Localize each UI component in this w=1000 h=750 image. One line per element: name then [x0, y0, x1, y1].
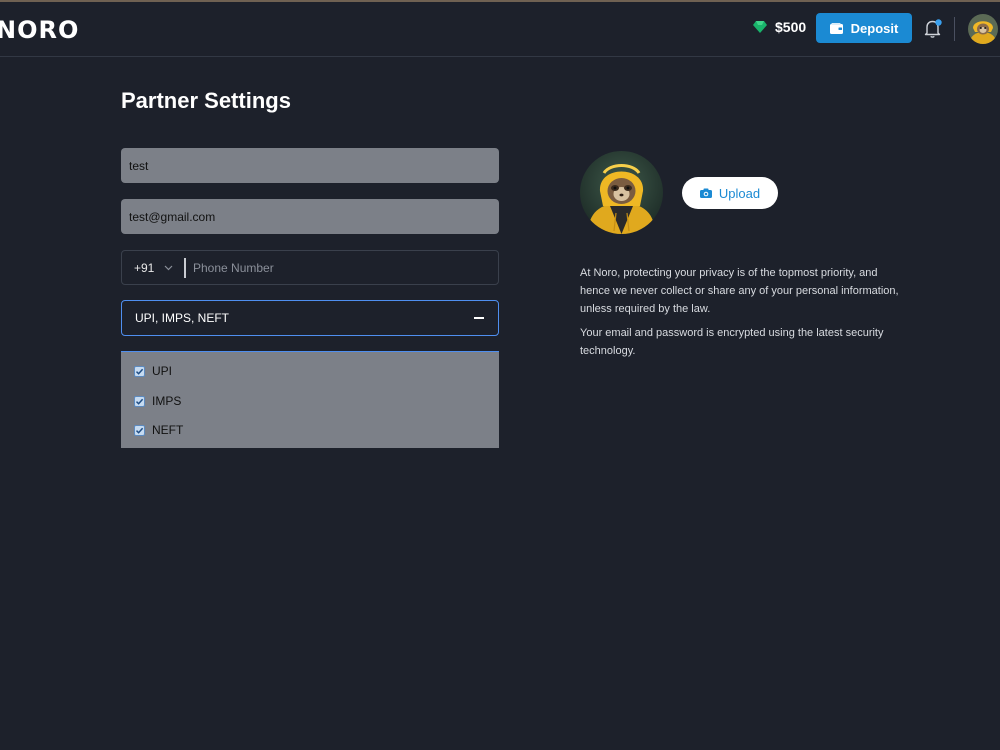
- payment-methods-select[interactable]: UPI, IMPS, NEFT: [121, 300, 499, 336]
- option-label: UPI: [152, 364, 173, 378]
- balance-amount: $500: [775, 19, 807, 35]
- privacy-paragraph: At Noro, protecting your privacy is of t…: [580, 267, 899, 315]
- option-label: NEFT: [152, 423, 184, 437]
- neft-checkbox[interactable]: [134, 424, 145, 436]
- gem-icon: [753, 21, 767, 33]
- wallet-icon: [829, 22, 843, 34]
- checkmark-icon: [135, 368, 144, 375]
- upload-button[interactable]: Upload: [682, 177, 778, 209]
- bell-icon[interactable]: [922, 18, 944, 40]
- phone-field-group: +91: [121, 250, 499, 285]
- privacy-notice: At Noro, protecting your privacy is of t…: [580, 264, 900, 360]
- upload-label: Upload: [718, 185, 761, 201]
- option-upi[interactable]: UPI: [134, 364, 172, 378]
- profile-picture: [580, 151, 663, 234]
- name-field[interactable]: [121, 148, 499, 183]
- phone-number-input[interactable]: [186, 251, 498, 284]
- upi-checkbox[interactable]: [134, 365, 145, 377]
- avatar[interactable]: [968, 14, 998, 44]
- camera-icon: [699, 188, 712, 198]
- payment-methods-selected: UPI, IMPS, NEFT: [135, 311, 230, 325]
- checkmark-icon: [135, 427, 144, 434]
- page-title: Partner Settings: [121, 88, 291, 113]
- imps-checkbox[interactable]: [134, 395, 145, 407]
- collapse-icon[interactable]: [474, 317, 484, 319]
- payment-methods-dropdown: UPI IMPS NEFT: [121, 351, 499, 448]
- checkmark-icon: [135, 398, 144, 405]
- header-divider: [954, 17, 955, 41]
- top-navbar: NORO $500 Deposit: [0, 2, 1000, 57]
- option-label: IMPS: [152, 394, 182, 408]
- chevron-down-icon: [164, 265, 173, 270]
- encryption-paragraph: Your email and password is encrypted usi…: [580, 327, 884, 357]
- deposit-button[interactable]: Deposit: [816, 13, 912, 43]
- country-code-select[interactable]: +91: [122, 251, 184, 284]
- noro-logo[interactable]: NORO: [0, 16, 79, 44]
- wallet-balance: $500: [753, 19, 806, 35]
- option-imps[interactable]: IMPS: [134, 394, 181, 408]
- email-field[interactable]: [121, 199, 499, 234]
- country-code-value: +91: [134, 260, 155, 275]
- deposit-label: Deposit: [850, 20, 899, 36]
- option-neft[interactable]: NEFT: [134, 423, 183, 437]
